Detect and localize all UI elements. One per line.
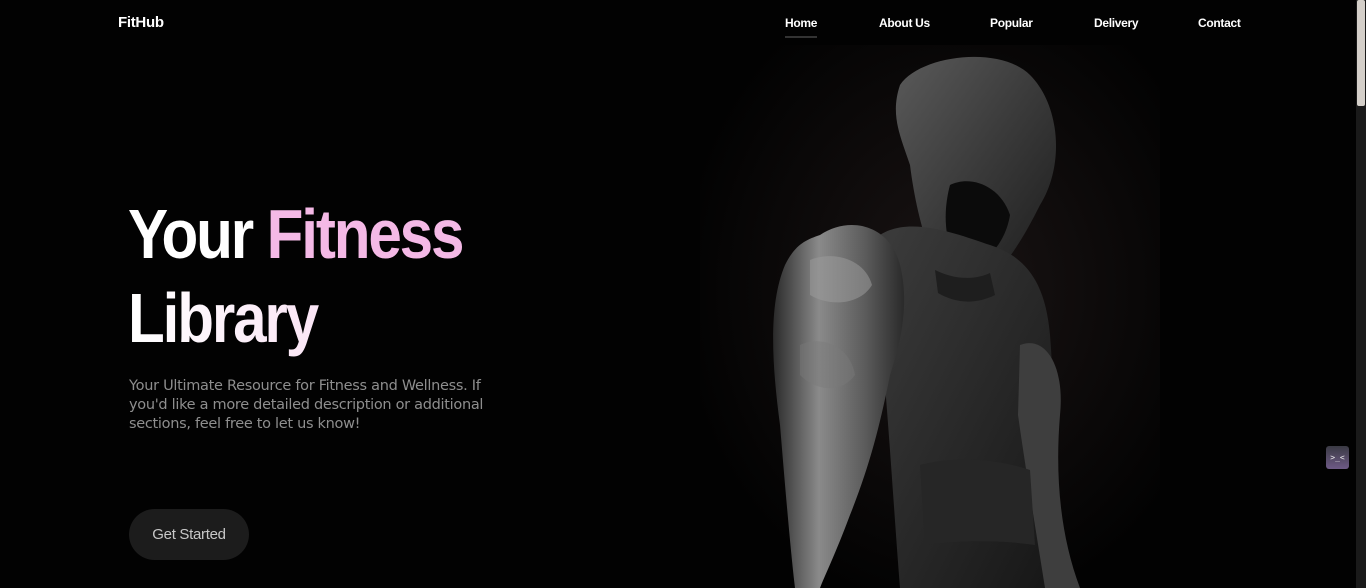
page: FitHub Home About Us Popular Delivery Co… [0, 0, 1366, 588]
hero-description: Your Ultimate Resource for Fitness and W… [129, 378, 484, 432]
scrollbar-thumb[interactable] [1357, 0, 1365, 106]
get-started-button[interactable]: Get Started [129, 509, 249, 560]
hero-title-part1: Your [128, 195, 267, 273]
nav-item-delivery[interactable]: Delivery [1094, 16, 1139, 30]
nav-item-about-us[interactable]: About Us [879, 16, 930, 30]
main-nav: Home About Us Popular Delivery Contact [0, 16, 1366, 46]
hero-title-accent: Fitness [266, 195, 465, 273]
hero-title: Your Fitness Library [128, 192, 465, 360]
nav-item-contact[interactable]: Contact [1198, 16, 1241, 30]
scrollbar-track[interactable] [1356, 0, 1366, 588]
nav-item-popular[interactable]: Popular [990, 16, 1033, 30]
hooded-athlete-image [700, 45, 1160, 588]
nav-item-home[interactable]: Home [785, 16, 817, 38]
chat-face-icon[interactable]: >_< [1326, 446, 1349, 469]
hero-title-line2: Library [128, 276, 462, 360]
